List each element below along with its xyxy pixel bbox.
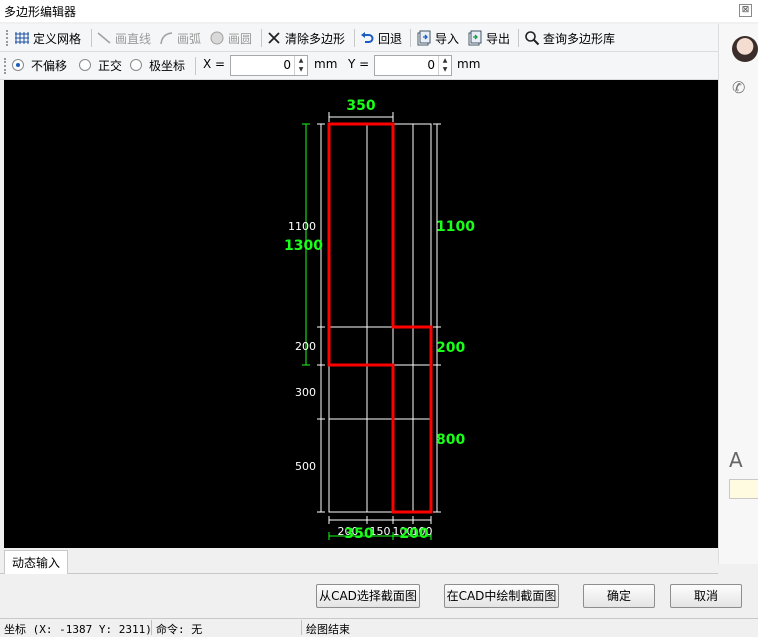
undo-button[interactable]: 回退 — [359, 29, 402, 47]
toolbar-grip[interactable] — [6, 30, 8, 46]
toolbar-separator — [91, 29, 92, 47]
toolbar-separator — [354, 29, 355, 47]
export-label: 导出 — [486, 31, 511, 46]
right-dim-2: 200 — [436, 340, 465, 356]
phone-icon[interactable]: ✆ — [732, 78, 745, 97]
draw-line-label: 画直线 — [115, 31, 152, 46]
import-icon — [416, 30, 432, 46]
title-bar: 多边形编辑器 ⊠ — [0, 0, 758, 22]
clear-polygon-label: 清除多边形 — [285, 31, 346, 46]
draw-circle-label: 画圆 — [228, 31, 253, 46]
toolbar-separator — [195, 57, 196, 75]
left-dim-4: 500 — [295, 460, 316, 473]
draw-in-cad-button[interactable]: 在CAD中绘制截面图 — [444, 584, 559, 608]
polar-radio[interactable] — [130, 59, 142, 71]
x-unit: mm — [314, 57, 338, 71]
orthogonal-label: 正交 — [98, 59, 123, 73]
top-dim-label: 350 — [346, 98, 375, 114]
toolbar-grip[interactable] — [4, 58, 6, 74]
y-stepper[interactable]: 0 ▲ ▼ — [374, 55, 452, 76]
query-library-label: 查询多边形库 — [543, 31, 616, 46]
x-value: 0 — [283, 58, 291, 72]
right-dimension-lines — [433, 123, 441, 513]
select-from-cad-button[interactable]: 从CAD选择截面图 — [316, 584, 420, 608]
toolbar-separator — [518, 29, 519, 47]
bottom-dimension-lines — [328, 516, 432, 524]
y-unit: mm — [457, 57, 481, 71]
grid-icon — [14, 30, 30, 46]
undo-label: 回退 — [378, 31, 403, 46]
drawing-toolbar: 定义网格 画直线 画弧 画圆 清除多边形 回退 导入 导出 查询多边形库 — [0, 24, 718, 52]
draw-circle-button[interactable]: 画圆 — [209, 29, 252, 47]
line-icon — [96, 30, 112, 46]
side-panel: ✆ A — [718, 24, 758, 564]
polygon-outline[interactable] — [327, 122, 433, 514]
x-icon — [266, 30, 282, 46]
font-icon[interactable]: A — [729, 448, 743, 472]
right-dim-3: 800 — [436, 432, 465, 448]
export-button[interactable]: 导出 — [467, 29, 510, 47]
arc-icon — [158, 30, 174, 46]
stepper-arrows-icon[interactable]: ▲ ▼ — [294, 56, 307, 75]
grid-lines — [328, 123, 432, 513]
search-icon — [524, 30, 540, 46]
x-label: X = — [203, 57, 226, 71]
tab-bar: 动态输入 — [0, 548, 718, 574]
close-button[interactable]: ⊠ — [739, 4, 752, 17]
right-dim-1: 1100 — [436, 219, 475, 235]
bottom-total-dim-2: 200 — [399, 526, 428, 542]
toolbar-separator — [410, 29, 411, 47]
y-label: Y = — [348, 57, 370, 71]
x-stepper[interactable]: 0 ▲ ▼ — [230, 55, 308, 76]
thumbnail-preview[interactable] — [729, 479, 758, 499]
stepper-arrows-icon[interactable]: ▲ ▼ — [438, 56, 451, 75]
left-dimension-lines — [317, 123, 325, 513]
orthogonal-radio[interactable] — [79, 59, 91, 71]
cancel-button[interactable]: 取消 — [670, 584, 742, 608]
drawing-canvas[interactable]: 350 1100 200 300 500 1300 1100 200 800 2… — [4, 80, 718, 548]
left-dim-1: 1100 — [288, 220, 316, 233]
y-value: 0 — [427, 58, 435, 72]
clear-polygon-button[interactable]: 清除多边形 — [266, 29, 345, 47]
draw-arc-label: 画弧 — [177, 31, 202, 46]
tab-dynamic-input[interactable]: 动态输入 — [4, 550, 69, 574]
left-total-label: 1300 — [284, 238, 323, 254]
left-dim-3: 300 — [295, 386, 316, 399]
undo-icon — [359, 30, 375, 46]
polar-label: 极坐标 — [149, 59, 186, 73]
no-offset-label: 不偏移 — [31, 59, 68, 73]
no-offset-radio[interactable] — [12, 59, 24, 71]
define-grid-label: 定义网格 — [33, 31, 82, 46]
window-title: 多边形编辑器 — [4, 5, 77, 19]
query-library-button[interactable]: 查询多边形库 — [524, 29, 615, 47]
section-drawing[interactable]: 350 1100 200 300 500 1300 1100 200 800 2… — [4, 80, 718, 548]
define-grid-button[interactable]: 定义网格 — [14, 29, 81, 47]
status-separator — [151, 620, 152, 635]
status-bar: 坐标 (X: -1387 Y: 2311) 命令: 无 绘图结束 — [0, 618, 758, 636]
draw-arc-button[interactable]: 画弧 — [158, 29, 201, 47]
bottom-total-dim-1: 350 — [344, 526, 373, 542]
avatar[interactable] — [732, 36, 758, 62]
status-separator — [301, 620, 302, 635]
export-icon — [467, 30, 483, 46]
toolbar-separator — [261, 29, 262, 47]
import-label: 导入 — [435, 31, 460, 46]
left-dim-2: 200 — [295, 340, 316, 353]
import-button[interactable]: 导入 — [416, 29, 459, 47]
draw-line-button[interactable]: 画直线 — [96, 29, 151, 47]
ok-button[interactable]: 确定 — [583, 584, 655, 608]
snap-toolbar: 不偏移 正交 极坐标 X = 0 ▲ ▼ mm Y = 0 ▲ ▼ mm — [0, 52, 718, 80]
circle-icon — [209, 30, 225, 46]
polygon-editor-window: 多边形编辑器 ⊠ 定义网格 画直线 画弧 画圆 清除多边形 回退 导入 导出 查… — [0, 0, 758, 636]
